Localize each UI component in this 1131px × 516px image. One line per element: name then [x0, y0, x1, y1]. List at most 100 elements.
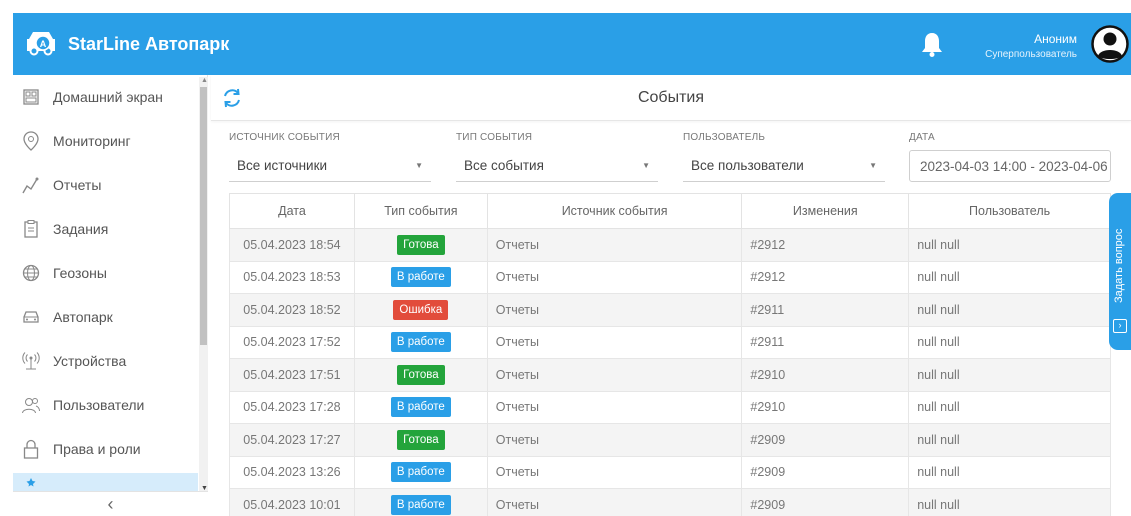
sidebar-collapse-button[interactable]: ‹	[13, 491, 208, 516]
cell-type: В работе	[353, 325, 488, 359]
cell-user: null null	[908, 488, 1111, 516]
column-header-user[interactable]: Пользователь	[908, 193, 1111, 229]
sidebar-item-label: Отчеты	[53, 177, 102, 193]
caret-down-icon: ▼	[642, 161, 650, 170]
sidebar-item-reports[interactable]: Отчеты	[13, 165, 198, 205]
cell-change: #2912	[741, 228, 910, 262]
sidebar-item-label: Автопарк	[53, 309, 113, 325]
table-row[interactable]: 05.04.2023 18:54 Готова Отчеты #2912 null nu…	[229, 228, 1111, 262]
column-header-source[interactable]: Источник события	[486, 193, 743, 229]
bell-icon[interactable]	[921, 31, 943, 57]
sidebar-item-home[interactable]: Домашний экран	[13, 77, 198, 117]
table-row[interactable]: 05.04.2023 18:52 Ошибка Отчеты #2911 null nu…	[229, 293, 1111, 327]
type-filter-label: ТИП СОБЫТИЯ	[456, 132, 533, 143]
cell-source: Отчеты	[486, 455, 743, 489]
table-row[interactable]: 05.04.2023 17:52 В работе Отчеты #2911 null …	[229, 325, 1111, 359]
cell-date: 05.04.2023 18:54	[229, 228, 355, 262]
cell-type: Готова	[353, 423, 488, 457]
caret-down-icon: ▼	[415, 161, 423, 170]
cell-date: 05.04.2023 17:27	[229, 423, 355, 457]
sidebar-item-geozones[interactable]: Геозоны	[13, 253, 198, 293]
type-select[interactable]: Все события ▼	[456, 150, 658, 182]
sidebar-item-events[interactable]	[13, 473, 198, 491]
cell-user: null null	[908, 228, 1111, 262]
cell-type: Готова	[353, 358, 488, 392]
cell-change: #2912	[741, 260, 910, 294]
status-badge: В работе	[390, 267, 451, 288]
user-filter-label: ПОЛЬЗОВАТЕЛЬ	[683, 132, 766, 143]
user-role: Суперпользователь	[985, 49, 1077, 60]
car-icon	[21, 307, 41, 327]
table-row[interactable]: 05.04.2023 17:51 Готова Отчеты #2910 null nu…	[229, 358, 1111, 392]
cell-type: В работе	[353, 488, 488, 516]
date-filter: ДАТА 2023-04-03 14:00 - 2023-04-06	[909, 132, 1111, 182]
sidebar-item-devices[interactable]: Устройства	[13, 341, 198, 381]
cell-user: null null	[908, 293, 1111, 327]
lock-icon	[21, 439, 41, 459]
table-row[interactable]: 05.04.2023 13:26 В работе Отчеты #2909 null …	[229, 455, 1111, 489]
events-header: События	[211, 75, 1131, 121]
scroll-up-arrow-icon[interactable]: ▲	[201, 77, 208, 84]
brand-title[interactable]: StarLine Автопарк	[68, 34, 229, 55]
ask-question-button[interactable]: Задать вопрос ›	[1109, 193, 1131, 350]
user-name[interactable]: Аноним	[1034, 32, 1077, 46]
source-filter: ИСТОЧНИК СОБЫТИЯ Все источники ▼	[229, 132, 431, 182]
cell-source: Отчеты	[486, 325, 743, 359]
user-avatar-icon[interactable]	[1091, 25, 1129, 63]
status-badge: В работе	[390, 397, 451, 418]
clipboard-icon	[21, 219, 41, 239]
ask-question-label: Задать вопрос	[1113, 228, 1125, 303]
status-badge: Ошибка	[393, 299, 449, 320]
cell-date: 05.04.2023 18:53	[229, 260, 355, 294]
sidebar-item-label: Пользователи	[53, 397, 145, 413]
sidebar-item-label: Права и роли	[53, 441, 141, 457]
globe-icon	[21, 263, 41, 283]
chat-icon: ›	[1113, 319, 1127, 333]
table-row[interactable]: 05.04.2023 10:01 В работе Отчеты #2909 null …	[229, 488, 1111, 516]
column-header-type[interactable]: Тип события	[353, 193, 488, 229]
sidebar: Домашний экран Мониторинг Отчеты Задания…	[13, 75, 208, 516]
cell-user: null null	[908, 260, 1111, 294]
sidebar-item-monitoring[interactable]: Мониторинг	[13, 121, 198, 161]
sidebar-item-label: Мониторинг	[53, 133, 131, 149]
cell-change: #2911	[741, 293, 910, 327]
type-filter: ТИП СОБЫТИЯ Все события ▼	[456, 132, 658, 182]
table-row[interactable]: 05.04.2023 18:53 В работе Отчеты #2912 null …	[229, 260, 1111, 294]
date-range-input[interactable]: 2023-04-03 14:00 - 2023-04-06	[909, 150, 1111, 182]
cell-user: null null	[908, 325, 1111, 359]
cell-date: 05.04.2023 13:26	[229, 455, 355, 489]
table-row[interactable]: 05.04.2023 17:27 Готова Отчеты #2909 null nu…	[229, 423, 1111, 457]
cell-source: Отчеты	[486, 423, 743, 457]
sidebar-item-roles[interactable]: Права и роли	[13, 429, 198, 469]
cell-change: #2911	[741, 325, 910, 359]
cell-change: #2909	[741, 488, 910, 516]
cell-user: null null	[908, 455, 1111, 489]
source-filter-label: ИСТОЧНИК СОБЫТИЯ	[229, 132, 340, 143]
sidebar-item-fleet[interactable]: Автопарк	[13, 297, 198, 337]
cell-source: Отчеты	[486, 228, 743, 262]
cell-date: 05.04.2023 17:51	[229, 358, 355, 392]
status-badge: В работе	[390, 462, 451, 483]
sidebar-scrollbar[interactable]: ▲ ▼	[199, 77, 208, 492]
starline-logo-icon[interactable]: A	[25, 29, 57, 59]
events-panel: События ИСТОЧНИК СОБЫТИЯ Все источники ▼…	[211, 75, 1131, 516]
events-table: Дата Тип события Источник события Измене…	[229, 193, 1111, 516]
location-pin-icon	[21, 131, 41, 151]
sidebar-scrollbar-thumb[interactable]	[200, 87, 207, 345]
column-header-date[interactable]: Дата	[229, 193, 355, 229]
page-title: События	[637, 89, 705, 106]
column-header-changes[interactable]: Изменения	[741, 193, 910, 229]
date-range-value: 2023-04-03 14:00 - 2023-04-06	[920, 158, 1108, 174]
cell-type: Готова	[353, 228, 488, 262]
status-badge: Готова	[397, 364, 445, 385]
chevron-left-icon: ‹	[107, 493, 114, 514]
cell-type: В работе	[353, 390, 488, 424]
sidebar-item-tasks[interactable]: Задания	[13, 209, 198, 249]
cell-user: null null	[908, 358, 1111, 392]
table-row[interactable]: 05.04.2023 17:28 В работе Отчеты #2910 null …	[229, 390, 1111, 424]
sidebar-item-users[interactable]: Пользователи	[13, 385, 198, 425]
source-select[interactable]: Все источники ▼	[229, 150, 431, 182]
user-select[interactable]: Все пользователи ▼	[683, 150, 885, 182]
table-header-row: Дата Тип события Источник события Измене…	[229, 193, 1111, 229]
home-screen-icon	[21, 87, 41, 107]
